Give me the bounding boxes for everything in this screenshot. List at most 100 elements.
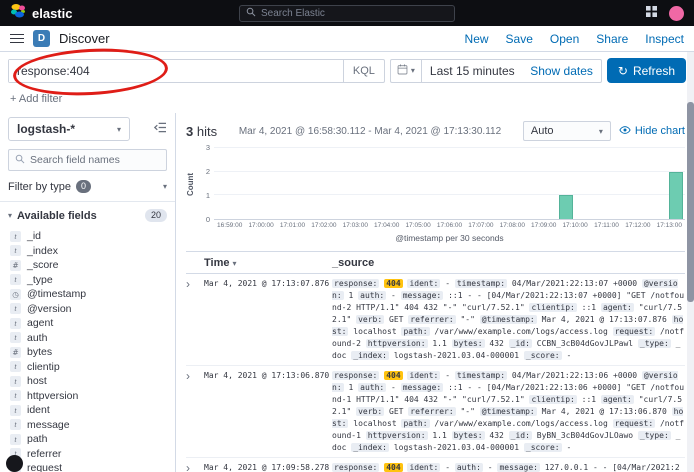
time-range-value[interactable]: Last 15 minutes — [422, 64, 530, 78]
x-tick-label: 17:04:00 — [374, 222, 399, 229]
field-search-input[interactable] — [30, 154, 160, 166]
field-type-icon: t — [10, 303, 21, 314]
gridline — [214, 194, 685, 195]
doc-field-name: referrer: — [408, 407, 455, 416]
field-name: ident — [27, 404, 50, 416]
global-search-input[interactable] — [261, 8, 448, 19]
field-name: request — [27, 462, 62, 472]
chevron-down-icon: ▾ — [163, 182, 167, 191]
field-item-_type[interactable]: t_type — [8, 273, 167, 288]
field-name: bytes — [27, 346, 52, 358]
index-pattern-selector[interactable]: logstash-* ▾ — [8, 117, 130, 141]
chart-time-range-title: Mar 4, 2021 @ 16:58:30.112 - Mar 4, 2021… — [225, 126, 515, 137]
query-input[interactable] — [9, 60, 343, 82]
field-name: @version — [27, 303, 72, 315]
elastic-logo-icon[interactable] — [10, 3, 26, 24]
nav-action-new[interactable]: New — [465, 32, 489, 46]
doc-time: Mar 4, 2021 @ 17:13:07.876 — [204, 278, 332, 362]
column-header-time[interactable]: Time ▾ — [204, 257, 332, 269]
refresh-button[interactable]: ↻ Refresh — [607, 58, 686, 83]
y-tick-label: 2 — [206, 167, 210, 176]
field-item-_score[interactable]: #_score — [8, 258, 167, 273]
field-item-auth[interactable]: tauth — [8, 331, 167, 346]
nav-action-save[interactable]: Save — [506, 32, 533, 46]
field-type-icon: t — [10, 332, 21, 343]
field-type-icon: t — [10, 245, 21, 256]
table-row: ›Mar 4, 2021 @ 17:09:58.278response: 404… — [186, 458, 685, 472]
doc-field-value: 04/Mar/2021:22:13:06 +0000 — [512, 371, 637, 380]
histogram-bar[interactable] — [559, 195, 573, 219]
doc-field-name: auth: — [358, 291, 386, 300]
x-tick-label: 17:05:00 — [405, 222, 430, 229]
field-item-_id[interactable]: t_id — [8, 229, 167, 244]
doc-source: response: 404 ident: - auth: - message: … — [332, 462, 685, 472]
menu-hamburger-icon[interactable] — [10, 34, 24, 44]
field-item-message[interactable]: tmessage — [8, 418, 167, 433]
show-dates-link[interactable]: Show dates — [530, 64, 601, 78]
field-type-icon: t — [10, 434, 21, 445]
doc-field-value: 404 — [384, 371, 402, 380]
doc-rows: ›Mar 4, 2021 @ 17:13:07.876response: 404… — [186, 274, 685, 472]
field-item-referrer[interactable]: treferrer — [8, 447, 167, 462]
expand-row-button[interactable]: › — [186, 370, 204, 454]
expand-row-button[interactable]: › — [186, 278, 204, 362]
x-tick-label: 17:09:00 — [531, 222, 556, 229]
field-item-bytes[interactable]: #bytes — [8, 345, 167, 360]
collapse-fields-panel-icon[interactable] — [154, 120, 167, 138]
field-type-icon: t — [10, 318, 21, 329]
doc-field-name: verb: — [356, 315, 384, 324]
interval-select[interactable]: Auto ▾ — [523, 121, 611, 141]
field-item-_index[interactable]: t_index — [8, 244, 167, 259]
apps-grid-icon[interactable] — [646, 4, 657, 22]
doc-field-name: referrer: — [408, 315, 455, 324]
nav-action-share[interactable]: Share — [596, 32, 628, 46]
page-scrollbar[interactable] — [687, 52, 694, 472]
field-type-icon: t — [10, 419, 21, 430]
nav-action-inspect[interactable]: Inspect — [645, 32, 684, 46]
doc-field-name: agent: — [601, 303, 634, 312]
hide-chart-button[interactable]: Hide chart — [619, 124, 685, 139]
column-header-source[interactable]: _source — [332, 257, 685, 269]
field-item-clientip[interactable]: tclientip — [8, 360, 167, 375]
user-avatar[interactable] — [669, 6, 684, 21]
nav-action-open[interactable]: Open — [550, 32, 579, 46]
scrollbar-thumb[interactable] — [687, 102, 694, 302]
doc-field-value: ::1 — [582, 303, 596, 312]
doc-field-value: 04/Mar/2021:22:13:07 +0000 — [512, 279, 637, 288]
field-item-@timestamp[interactable]: ◷@timestamp — [8, 287, 167, 302]
query-language-button[interactable]: KQL — [343, 60, 384, 82]
chevron-down-icon: ▾ — [8, 211, 12, 220]
calendar-dropdown-button[interactable]: ▾ — [391, 60, 422, 82]
doc-field-value: - — [391, 383, 396, 392]
doc-field-name: verb: — [356, 407, 384, 416]
field-type-icon: # — [10, 260, 21, 271]
doc-field-value: Mar 4, 2021 @ 17:13:07.876 — [542, 315, 667, 324]
doc-field-name: response: — [332, 279, 379, 288]
field-item-httpversion[interactable]: thttpversion — [8, 389, 167, 404]
doc-field-value: logstash-2021.03.04-000001 — [394, 443, 519, 452]
doc-field-name: message: — [497, 463, 540, 472]
add-filter-button[interactable]: + Add filter — [10, 93, 62, 105]
doc-field-name: _type: — [638, 339, 671, 348]
expand-row-button[interactable]: › — [186, 462, 204, 472]
doc-field-value: 432 — [489, 431, 503, 440]
field-item-@version[interactable]: t @version — [8, 302, 167, 317]
chart-plot — [214, 148, 685, 220]
field-item-agent[interactable]: tagent — [8, 316, 167, 331]
global-search[interactable] — [239, 5, 455, 22]
doc-field-name: httpversion: — [366, 339, 428, 348]
available-fields-toggle[interactable]: ▾ Available fields 20 — [8, 209, 167, 222]
doc-field-value: 1.1 — [432, 431, 446, 440]
doc-field-value: localhost — [353, 419, 396, 428]
field-item-ident[interactable]: tident — [8, 403, 167, 418]
doc-field-name: response: — [332, 463, 379, 472]
histogram-bar[interactable] — [669, 172, 683, 219]
doc-field-value: "-" — [460, 407, 474, 416]
filter-by-type-toggle[interactable]: Filter by type 0 ▾ — [8, 180, 167, 193]
y-tick-label: 0 — [206, 215, 210, 224]
help-bubble[interactable] — [6, 455, 23, 472]
field-item-path[interactable]: tpath — [8, 432, 167, 447]
field-item-request[interactable]: trequest — [8, 461, 167, 472]
sort-desc-icon: ▾ — [232, 259, 236, 268]
field-item-host[interactable]: thost — [8, 374, 167, 389]
